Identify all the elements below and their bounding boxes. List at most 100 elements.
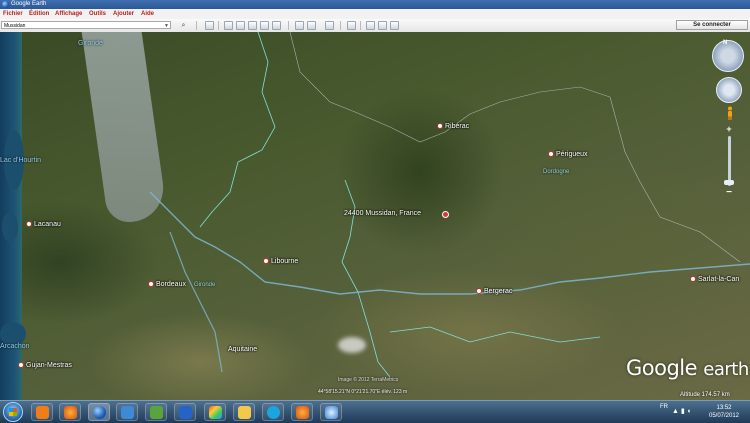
menu-ajouter[interactable]: Ajouter	[113, 9, 134, 19]
zoom-slider-track[interactable]	[728, 136, 731, 186]
placemark-button[interactable]	[224, 21, 233, 30]
search-result-label[interactable]: 24400 Mussidan, France	[344, 210, 421, 217]
place-label: Sarlat-la-Can	[698, 276, 740, 283]
place-dot-icon	[26, 221, 32, 228]
place-dot-icon	[690, 276, 696, 283]
place-perigueux[interactable]: Périgueux	[548, 151, 588, 158]
water-label-hourtin: Lac d'Hourtin	[0, 157, 42, 164]
search-icon[interactable]: ⌕	[178, 21, 189, 30]
place-dot-icon	[476, 288, 482, 295]
water-label-gironde: Gironde	[78, 40, 103, 47]
sidebar-toggle-button[interactable]	[205, 21, 214, 30]
skype-icon	[267, 406, 280, 419]
taskbar-image-viewer[interactable]	[145, 403, 167, 421]
place-label: Lacanau	[34, 221, 61, 228]
north-icon[interactable]: N	[723, 40, 727, 46]
taskbar-itunes[interactable]	[320, 403, 342, 421]
view-in-maps-button[interactable]	[390, 21, 399, 30]
zoom-in-button[interactable]: +	[724, 124, 734, 134]
logo-text-earth: earth	[703, 359, 749, 380]
taskbar-firefox[interactable]	[59, 403, 81, 421]
taskbar-windows-live[interactable]	[116, 403, 138, 421]
clock-time: 13:52	[716, 405, 732, 411]
water-label-arcachon: Arcachon	[0, 343, 30, 350]
location-pin-icon[interactable]	[442, 211, 449, 218]
taskbar-avast[interactable]	[31, 403, 53, 421]
start-button[interactable]	[3, 402, 23, 422]
place-dot-icon	[548, 151, 554, 158]
region-label-dordogne: Dordogne	[543, 169, 570, 175]
taskbar-app[interactable]	[174, 403, 196, 421]
email-button[interactable]	[366, 21, 375, 30]
menu-outils[interactable]: Outils	[89, 9, 106, 19]
folder-icon	[238, 406, 251, 419]
place-bordeaux[interactable]: Bordeaux	[148, 281, 186, 288]
place-sarlat[interactable]: Sarlat-la-Can	[690, 276, 739, 283]
menu-fichier[interactable]: Fichier	[3, 9, 23, 19]
place-libourne[interactable]: Libourne	[263, 258, 298, 265]
menu-edition[interactable]: Édition	[29, 9, 49, 19]
place-gujan-mestras[interactable]: Gujan-Mestras	[18, 362, 72, 369]
place-aquitaine: Aquitaine	[228, 346, 257, 353]
toolbar-divider	[218, 21, 219, 30]
menu-affichage[interactable]: Affichage	[55, 9, 82, 19]
menu-aide[interactable]: Aide	[141, 9, 154, 19]
place-riberac[interactable]: Ribérac	[437, 123, 469, 130]
sunlight-button[interactable]	[307, 21, 316, 30]
place-dot-icon	[263, 258, 269, 265]
place-dot-icon	[18, 362, 24, 369]
toolbar: Mussidan ▼ ⌕ Se connecter	[0, 19, 750, 33]
street-view-pegman-icon[interactable]	[726, 106, 734, 120]
place-dot-icon	[437, 123, 443, 130]
place-label: Bergerac	[484, 288, 513, 295]
look-around-control[interactable]: N	[712, 40, 744, 72]
toolbar-divider	[196, 21, 197, 30]
place-label: Aquitaine	[228, 346, 258, 353]
taskbar-google-earth[interactable]	[88, 403, 110, 421]
place-dot-icon	[148, 281, 154, 288]
place-label: Bordeaux	[156, 281, 186, 288]
taskbar-paint[interactable]	[204, 403, 226, 421]
record-tour-button[interactable]	[272, 21, 281, 30]
itunes-icon	[325, 406, 338, 419]
place-lacanau[interactable]: Lacanau	[26, 221, 61, 228]
search-input[interactable]: Mussidan ▼	[1, 21, 171, 29]
place-label: Ribérac	[445, 123, 470, 130]
historical-imagery-button[interactable]	[295, 21, 304, 30]
chevron-down-icon[interactable]: ▼	[164, 22, 169, 30]
title-bar: Google Earth	[0, 0, 750, 9]
place-bergerac[interactable]: Bergerac	[476, 288, 512, 295]
logo-text-google: Google	[626, 356, 698, 380]
tray-icons[interactable]: ▲ ▮ ◖	[672, 407, 691, 415]
window-title: Google Earth	[11, 1, 47, 7]
taskbar-explorer[interactable]	[233, 403, 255, 421]
region-label-gironde: Gironde	[194, 282, 216, 288]
polygon-button[interactable]	[236, 21, 245, 30]
ruler-button[interactable]	[347, 21, 356, 30]
language-indicator[interactable]: FR	[660, 404, 668, 410]
place-label: Périgueux	[556, 151, 588, 158]
search-value: Mussidan	[4, 23, 26, 29]
print-button[interactable]	[378, 21, 387, 30]
clock-date: 05/07/2012	[708, 413, 740, 419]
sign-in-button[interactable]: Se connecter	[676, 20, 748, 30]
planets-button[interactable]	[325, 21, 334, 30]
system-clock[interactable]: 13:52 05/07/2012	[700, 404, 748, 420]
google-earth-icon	[2, 1, 9, 8]
altitude-readout: Altitude 174.57 km	[680, 392, 730, 398]
paint-icon	[209, 406, 222, 419]
status-coordinates: 44°58'15.21"N 0°21'21.70"E élév. 123 m	[318, 389, 408, 395]
move-control[interactable]	[716, 77, 742, 103]
toolbar-divider	[340, 21, 341, 30]
taskbar-firefox-2[interactable]	[291, 403, 313, 421]
earth-map-view[interactable]: Gironde Lac d'Hourtin Arcachon Dordogne …	[0, 32, 750, 400]
path-button[interactable]	[248, 21, 257, 30]
imagery-credit: Image © 2012 TerraMetrics	[338, 377, 399, 383]
place-label: Libourne	[271, 258, 299, 265]
zoom-slider-thumb[interactable]	[724, 180, 734, 185]
windows-live-icon	[121, 406, 134, 419]
cloud-patch	[338, 337, 366, 353]
zoom-out-button[interactable]: −	[724, 188, 734, 198]
taskbar-skype[interactable]	[262, 403, 284, 421]
image-overlay-button[interactable]	[260, 21, 269, 30]
